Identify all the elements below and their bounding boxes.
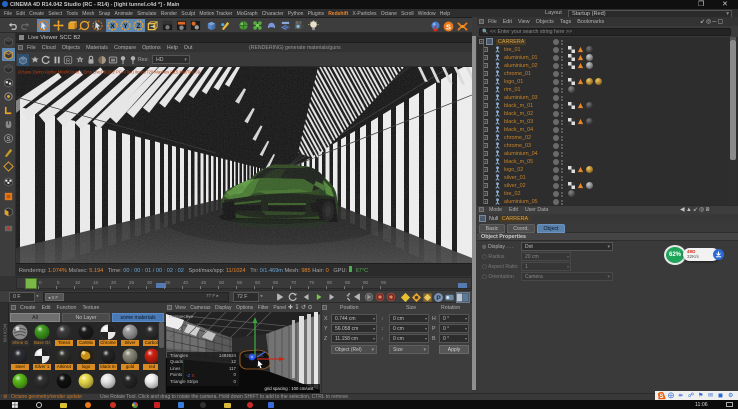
svg-text:X: X <box>110 23 115 30</box>
svg-text:Y: Y <box>123 23 128 30</box>
svg-text:S: S <box>659 394 663 400</box>
svg-text:Z: Z <box>137 23 141 30</box>
svg-text:P: P <box>436 295 441 302</box>
svg-text:Octane Demo Alpha: MeshCount 1: Octane Demo Alpha: MeshCount 1/2ms LiveD… <box>18 70 201 75</box>
svg-text:S: S <box>6 136 10 143</box>
svg-text:S: S <box>445 22 450 31</box>
svg-text:R: R <box>66 58 70 64</box>
